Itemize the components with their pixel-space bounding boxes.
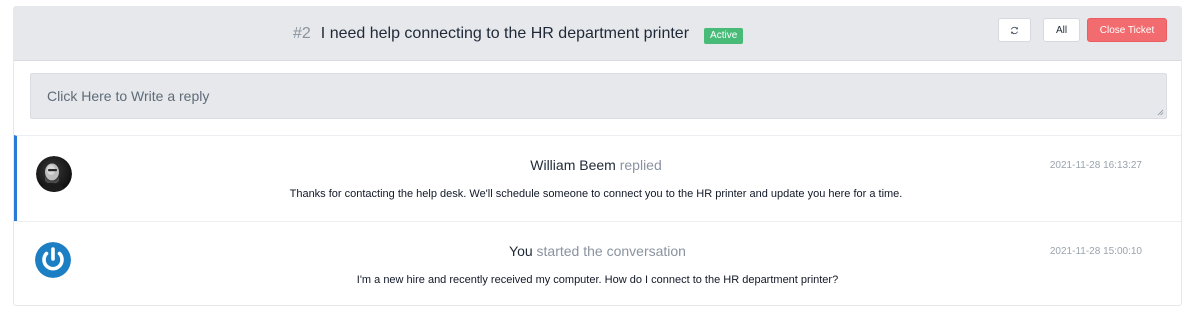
status-badge: Active xyxy=(704,28,744,44)
ticket-header: #2 I need help connecting to the HR depa… xyxy=(14,7,1181,61)
message-author: You xyxy=(509,243,533,259)
message-heading: You started the conversation xyxy=(14,243,1181,259)
refresh-icon xyxy=(1010,26,1019,34)
filter-all-button[interactable]: All xyxy=(1043,18,1080,42)
reply-input[interactable]: Click Here to Write a reply xyxy=(30,73,1167,119)
message-timestamp: 2021-11-28 15:00:10 xyxy=(1049,246,1142,257)
ticket-number: #2 xyxy=(293,25,311,42)
message-item: William Beem replied 2021-11-28 16:13:27… xyxy=(14,135,1181,221)
reply-placeholder: Click Here to Write a reply xyxy=(47,88,210,104)
message-verb: started the conversation xyxy=(536,243,686,259)
refresh-button[interactable] xyxy=(998,18,1031,42)
ticket-title-group: #2 I need help connecting to the HR depa… xyxy=(293,7,744,61)
message-body: I'm a new hire and recently received my … xyxy=(356,274,839,286)
message-item: You started the conversation 2021-11-28 … xyxy=(14,221,1181,305)
message-body: Thanks for contacting the help desk. We'… xyxy=(289,188,903,200)
message-verb: replied xyxy=(619,157,662,173)
ticket-panel: #2 I need help connecting to the HR depa… xyxy=(13,6,1182,306)
message-author: William Beem xyxy=(530,157,616,173)
resize-grip-icon[interactable] xyxy=(1157,109,1164,116)
ticket-title: I need help connecting to the HR departm… xyxy=(320,25,690,42)
message-timestamp: 2021-11-28 16:13:27 xyxy=(1049,160,1142,171)
close-ticket-button[interactable]: Close Ticket xyxy=(1087,18,1167,42)
message-heading: William Beem replied xyxy=(14,157,1178,173)
